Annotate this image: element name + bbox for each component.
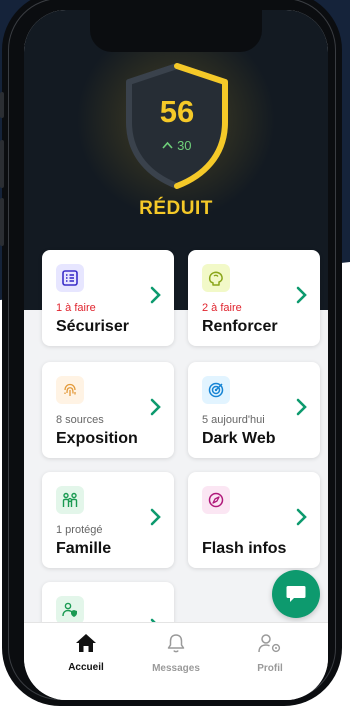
card-subtitle: 2 à faire xyxy=(202,302,242,314)
chevron-right-icon xyxy=(296,286,307,304)
bottom-tab-bar: Accueil Messages Profil xyxy=(24,622,328,700)
checklist-icon xyxy=(56,264,84,292)
phone-notch xyxy=(90,10,262,52)
user-shield-icon xyxy=(56,596,84,624)
score-delta-value: 30 xyxy=(177,138,192,153)
tab-accueil[interactable]: Accueil xyxy=(46,633,126,673)
chat-button[interactable] xyxy=(272,570,320,618)
card-securiser[interactable]: 1 à faire Sécuriser xyxy=(42,250,174,346)
phone-screen: 56 30 RÉDUIT 1 à faire Sécuriser 2 à fai… xyxy=(24,10,328,700)
home-icon xyxy=(76,634,96,652)
tab-label: Messages xyxy=(152,663,200,674)
card-subtitle: 5 aujourd'hui xyxy=(202,414,265,426)
phone-volume-down xyxy=(0,198,4,246)
card-title: Renforcer xyxy=(202,318,278,335)
chevron-right-icon xyxy=(150,508,161,526)
chat-icon xyxy=(286,586,306,602)
phone-volume-up xyxy=(0,140,4,188)
card-title: Exposition xyxy=(56,430,138,447)
chevron-right-icon xyxy=(150,286,161,304)
compass-icon xyxy=(202,486,230,514)
tab-profil[interactable]: Profil xyxy=(230,633,310,674)
arrow-up-icon xyxy=(162,141,174,149)
chevron-right-icon xyxy=(150,398,161,416)
tab-label: Profil xyxy=(257,663,283,674)
tab-label: Accueil xyxy=(68,662,104,673)
card-subtitle: 1 à faire xyxy=(56,302,96,314)
card-subtitle: 1 protégé xyxy=(56,524,103,536)
card-flash-infos[interactable]: Flash infos xyxy=(188,472,320,568)
card-famille[interactable]: 1 protégé Famille xyxy=(42,472,174,568)
tab-messages[interactable]: Messages xyxy=(136,633,216,674)
card-title: Sécuriser xyxy=(56,318,129,335)
brain-icon xyxy=(202,264,230,292)
chevron-right-icon xyxy=(296,398,307,416)
score-delta: 30 xyxy=(121,138,233,153)
card-title: Dark Web xyxy=(202,430,276,447)
card-dark-web[interactable]: 5 aujourd'hui Dark Web xyxy=(188,362,320,458)
fingerprint-icon xyxy=(56,376,84,404)
card-exposition[interactable]: 8 sources Exposition xyxy=(42,362,174,458)
card-subtitle: 8 sources xyxy=(56,414,104,426)
phone-side-button xyxy=(0,92,4,118)
user-settings-icon xyxy=(258,634,281,653)
chevron-right-icon xyxy=(296,508,307,526)
card-title: Flash infos xyxy=(202,540,287,557)
risk-status-label: RÉDUIT xyxy=(139,198,213,219)
bell-icon xyxy=(167,634,185,653)
family-icon xyxy=(56,486,84,514)
security-score: 56 xyxy=(159,94,195,129)
radar-target-icon xyxy=(202,376,230,404)
card-renforcer[interactable]: 2 à faire Renforcer xyxy=(188,250,320,346)
card-title: Famille xyxy=(56,540,112,557)
